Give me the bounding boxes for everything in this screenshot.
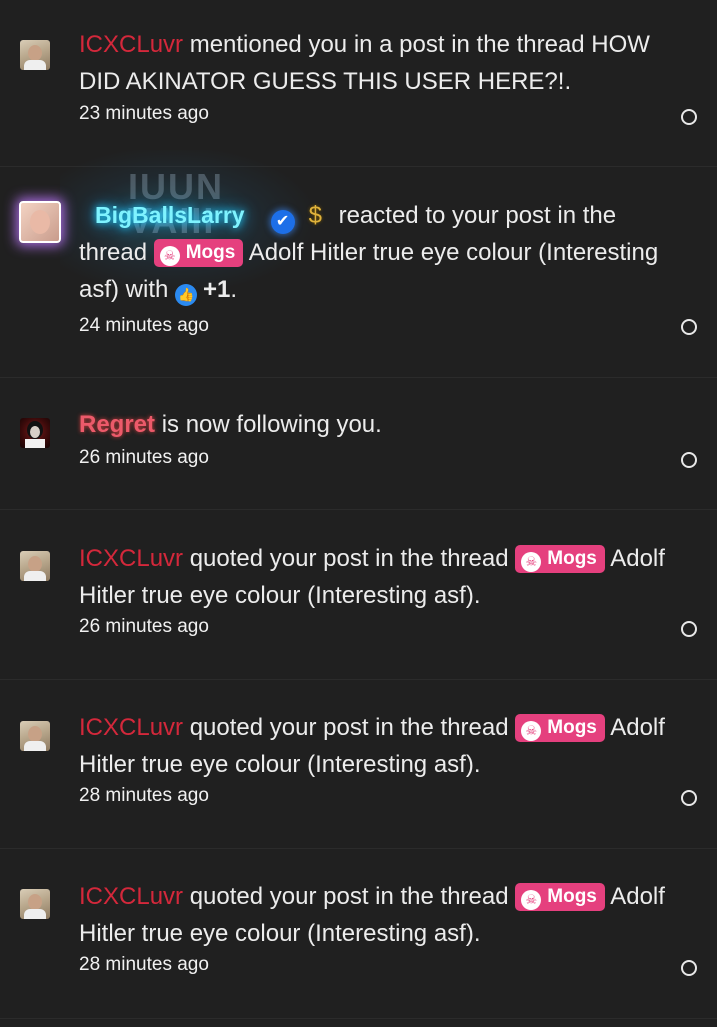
notification-item[interactable]: ICXCLuvr quoted your post in the thread …	[0, 510, 717, 680]
thumbs-up-icon: 👍	[175, 284, 198, 306]
avatar[interactable]	[20, 40, 50, 70]
skull-icon: ☠	[521, 890, 542, 910]
notification-text: BigBallsLarry ✔ $ reacted to your post in …	[79, 197, 687, 308]
timestamp: 28 minutes ago	[79, 954, 209, 975]
unread-dot-icon[interactable]	[681, 452, 697, 468]
timestamp: 28 minutes ago	[79, 785, 209, 806]
verified-badge-icon: ✔	[270, 210, 295, 234]
timestamp: 24 minutes ago	[79, 315, 209, 336]
unread-dot-icon[interactable]	[681, 790, 697, 806]
notification-text: ICXCLuvr mentioned you in a post in the …	[79, 26, 687, 100]
notification-text: ICXCLuvr quoted your post in the thread …	[79, 709, 687, 783]
thread-prefix-tag[interactable]: ☠ Mogs	[515, 714, 605, 742]
avatar[interactable]	[20, 418, 50, 448]
notification-text: ICXCLuvr quoted your post in the thread …	[79, 540, 687, 614]
skull-icon: ☠	[159, 246, 180, 266]
notification-item[interactable]: ICXCLuvr quoted your post in the thread …	[0, 680, 717, 849]
timestamp: 26 minutes ago	[79, 447, 209, 468]
timestamp: 23 minutes ago	[79, 103, 209, 124]
username-link[interactable]: BigBallsLarry	[95, 202, 245, 228]
username-link[interactable]: ICXCLuvr	[79, 883, 183, 910]
notification-message[interactable]: quoted your post in the thread	[190, 883, 509, 910]
notification-item[interactable]: ICXCLuvr quoted your post in the thread …	[0, 849, 717, 1019]
dollar-icon: $	[308, 202, 322, 229]
notification-message[interactable]: is now following you.	[162, 411, 382, 438]
notification-text: Regret is now following you.	[79, 406, 687, 443]
unread-dot-icon[interactable]	[681, 109, 697, 125]
thread-prefix-tag[interactable]: ☠ Mogs	[515, 545, 605, 573]
username-link[interactable]: ICXCLuvr	[79, 545, 183, 572]
username-link[interactable]: Regret	[79, 411, 155, 438]
notification-feed: ICXCLuvr mentioned you in a post in the …	[0, 0, 717, 1027]
notification-message[interactable]: quoted your post in the thread	[190, 545, 509, 572]
notification-text: ICXCLuvr quoted your post in the thread …	[79, 878, 687, 952]
avatar[interactable]	[20, 551, 50, 581]
username-link[interactable]: ICXCLuvr	[79, 31, 183, 58]
notification-message[interactable]: quoted your post in the thread	[190, 714, 509, 741]
avatar[interactable]	[19, 201, 61, 243]
skull-icon: ☠	[521, 721, 542, 741]
username-link[interactable]: ICXCLuvr	[79, 714, 183, 741]
unread-dot-icon[interactable]	[681, 319, 697, 335]
avatar[interactable]	[20, 721, 50, 751]
thread-prefix-tag[interactable]: ☠ Mogs	[153, 239, 244, 267]
notification-item[interactable]: ICXCLuvr mentioned you in a post in the …	[0, 0, 717, 167]
avatar[interactable]	[20, 889, 50, 919]
reaction-label: +1	[203, 276, 231, 303]
skull-icon: ☠	[521, 552, 542, 572]
thread-prefix-tag[interactable]: ☠ Mogs	[515, 883, 605, 911]
timestamp: 26 minutes ago	[79, 616, 209, 637]
unread-dot-icon[interactable]	[681, 621, 697, 637]
notification-item[interactable]: Regret is now following you. 26 minutes …	[0, 378, 717, 510]
unread-dot-icon[interactable]	[681, 960, 697, 976]
